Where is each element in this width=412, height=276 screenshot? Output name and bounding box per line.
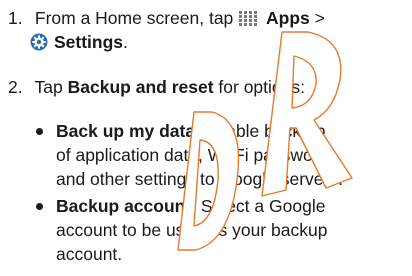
step-1-continued: Settings. bbox=[30, 30, 128, 54]
step-1: 1. From a Home screen, tap Apps > bbox=[8, 6, 408, 30]
option-title: Backup account bbox=[56, 196, 192, 216]
option-text: Back up my data: Enable back up of appli… bbox=[56, 119, 412, 191]
apps-grid-icon bbox=[239, 8, 258, 26]
option-desc: : Enable back up bbox=[195, 121, 326, 141]
step-number: 1. bbox=[8, 8, 23, 28]
settings-gear-icon bbox=[30, 33, 48, 51]
step-2: 2. Tap Backup and reset for options: bbox=[8, 75, 408, 99]
apps-label: Apps bbox=[266, 8, 310, 28]
manual-page: 1. From a Home screen, tap Apps > Settin… bbox=[0, 0, 412, 276]
bullet-dot bbox=[36, 128, 43, 135]
option-line: Backup account: Select a Google bbox=[56, 194, 412, 218]
step-suffix: for options: bbox=[218, 77, 305, 97]
backup-reset-label: Backup and reset bbox=[67, 77, 214, 97]
option-line: of application data, Wi-Fi passwords, bbox=[56, 145, 342, 165]
option-title: Back up my data bbox=[56, 121, 196, 141]
step-text: Tap bbox=[34, 77, 63, 97]
step-suffix: . bbox=[123, 32, 128, 52]
step-text: From a Home screen, tap bbox=[34, 8, 234, 28]
option-line: Back up my data: Enable back up bbox=[56, 119, 412, 143]
option-line: account to be used as your backup bbox=[56, 220, 328, 240]
option-text: Backup account: Select a Google account … bbox=[56, 194, 412, 266]
step-number: 2. bbox=[8, 77, 23, 97]
option-desc: : Select a Google bbox=[191, 196, 326, 216]
bullet-dot bbox=[36, 203, 43, 210]
path-separator: > bbox=[314, 8, 325, 28]
settings-label: Settings bbox=[54, 32, 124, 52]
option-line: and other settings to Google servers. bbox=[56, 169, 343, 189]
option-line: account. bbox=[56, 244, 123, 264]
